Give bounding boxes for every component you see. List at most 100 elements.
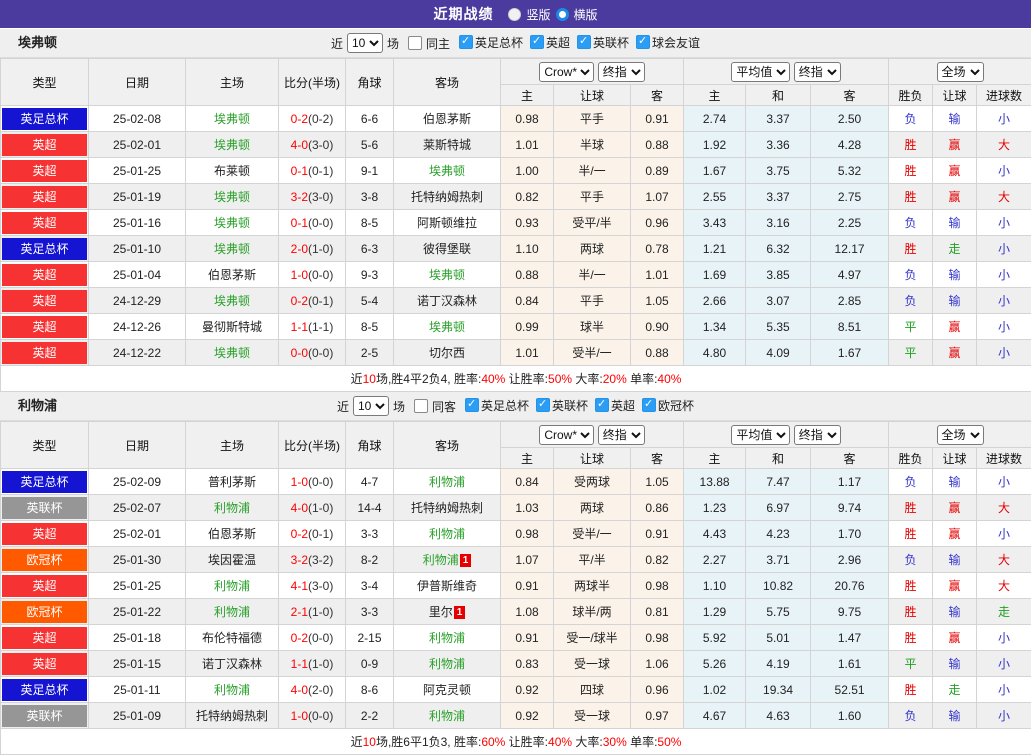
result-handicap: 输 [933,106,977,132]
bookmaker-select[interactable]: Crow* [539,62,594,82]
euro-home: 1.69 [684,262,746,288]
away-team-name: 诺丁汉森林 [417,294,477,308]
league-badge: 英超 [2,316,87,338]
home-team-name: 埃弗顿 [214,138,250,152]
col-handicap-result: 让球 [933,85,977,106]
result-handicap: 输 [933,599,977,625]
section-summary: 近10场,胜4平2负4, 胜率:40% 让胜率:50% 大率:20% 单率:40… [1,366,1031,392]
scope-select[interactable]: 全场 [937,425,984,445]
league-checkbox[interactable] [536,398,550,412]
result-handicap: 赢 [933,573,977,599]
odds-away: 1.05 [631,469,684,495]
odds-home: 0.98 [501,106,554,132]
result-handicap: 走 [933,236,977,262]
match-count-select[interactable]: 10 [353,396,389,416]
league-checkbox[interactable] [577,35,591,49]
vertical-layout-radio[interactable] [508,8,521,21]
league-checkbox[interactable] [642,398,656,412]
page-title: 近期战绩 [433,4,493,24]
half-time-score: (0-0) [308,268,333,282]
league-type-cell: 英超 [1,158,89,184]
final-index-select[interactable]: 终指 [598,62,645,82]
col-euro-draw: 和 [746,85,811,106]
final-index-select[interactable]: 终指 [794,425,841,445]
euro-home: 1.21 [684,236,746,262]
euro-draw: 6.32 [746,236,811,262]
section-summary: 近10场,胜6平1负3, 胜率:60% 让胜率:40% 大率:30% 单率:50… [1,729,1031,755]
handicap-line: 受平/半 [554,210,631,236]
col-date: 日期 [89,59,186,106]
final-index-select[interactable]: 终指 [598,425,645,445]
vertical-layout-label: 竖版 [526,6,550,23]
corners: 5-6 [346,132,394,158]
euro-away: 5.32 [811,158,889,184]
match-date: 25-01-15 [89,651,186,677]
away-team: 切尔西 [394,340,501,366]
odds-home: 1.03 [501,495,554,521]
home-team: 布伦特福德 [186,625,279,651]
result-handicap: 走 [933,677,977,703]
result-outcome: 胜 [889,677,933,703]
handicap-line: 受一球 [554,703,631,729]
horizontal-layout-label: 横版 [574,6,598,23]
scope-select[interactable]: 全场 [937,62,984,82]
odds-away: 0.89 [631,158,684,184]
league-checkbox[interactable] [459,35,473,49]
result-handicap: 赢 [933,340,977,366]
league-checkbox[interactable] [636,35,650,49]
handicap-line: 球半 [554,314,631,340]
away-team: 彼得堡联 [394,236,501,262]
full-time-score: 1-0 [291,709,308,723]
league-filter-option: 英超 [588,397,635,414]
league-checkbox-label: 英足总杯 [481,397,529,414]
handicap-line: 受一/球半 [554,625,631,651]
same-venue-checkbox[interactable] [408,36,422,50]
euro-home: 13.88 [684,469,746,495]
euro-draw: 4.63 [746,703,811,729]
half-time-score: (3-0) [308,579,333,593]
handicap-line: 球半/两 [554,599,631,625]
league-checkbox[interactable] [465,398,479,412]
final-index-select[interactable]: 终指 [794,62,841,82]
league-checkbox[interactable] [595,398,609,412]
result-handicap: 输 [933,262,977,288]
recent-matches-table: 类型 日期 主场 比分(半场) 角球 客场 Crow* 终指 平均值 终指 全场 [0,421,1031,755]
euro-home: 1.02 [684,677,746,703]
euro-draw: 10.82 [746,573,811,599]
league-filter-option: 英足总杯 [452,34,523,51]
handicap-line: 两球 [554,495,631,521]
away-team: 诺丁汉森林 [394,288,501,314]
league-type-cell: 英联杯 [1,495,89,521]
average-select[interactable]: 平均值 [731,62,790,82]
euro-away: 8.51 [811,314,889,340]
col-away: 客场 [394,59,501,106]
col-type: 类型 [1,422,89,469]
match-count-select[interactable]: 10 [347,33,383,53]
result-outcome: 平 [889,314,933,340]
match-row: 欧冠杯25-01-30埃因霍温3-2(3-2)8-2利物浦11.07平/半0.8… [1,547,1031,573]
away-team-name: 里尔 [429,605,453,619]
euro-away: 1.47 [811,625,889,651]
league-filter-option: 英联杯 [529,397,588,414]
league-checkbox[interactable] [530,35,544,49]
odds-home: 0.83 [501,651,554,677]
euro-away: 52.51 [811,677,889,703]
euro-home: 1.10 [684,573,746,599]
euro-draw: 4.23 [746,521,811,547]
same-venue-checkbox[interactable] [414,399,428,413]
result-handicap: 输 [933,210,977,236]
home-team-name: 伯恩茅斯 [208,268,256,282]
home-team-name: 布莱顿 [214,164,250,178]
home-team-name: 托特纳姆热刺 [196,709,268,723]
match-date: 25-01-18 [89,625,186,651]
match-row: 英超24-12-22埃弗顿0-0(0-0)2-5切尔西1.01受半/一0.884… [1,340,1031,366]
average-select[interactable]: 平均值 [731,425,790,445]
horizontal-layout-radio[interactable] [556,8,569,21]
col-handicap: 让球 [554,85,631,106]
match-date: 25-02-09 [89,469,186,495]
euro-draw: 5.35 [746,314,811,340]
half-time-score: (0-0) [308,216,333,230]
score: 4-0(1-0) [279,495,346,521]
bookmaker-select[interactable]: Crow* [539,425,594,445]
summary-stat-value: 60% [481,735,505,749]
